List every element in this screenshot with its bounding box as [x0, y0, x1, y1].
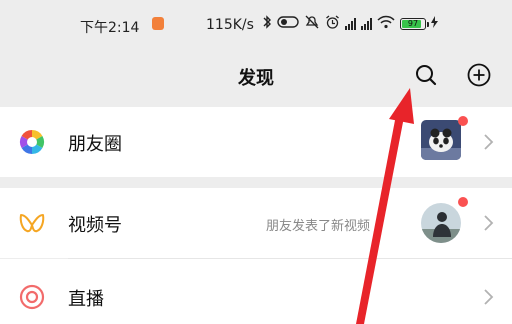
chevron-right-icon	[482, 214, 494, 232]
channels-label: 视频号	[68, 215, 122, 236]
status-bar: 下午2:14 115K/s 97	[0, 0, 512, 48]
moments-label: 朋友圈	[68, 134, 122, 155]
hd-icon	[277, 15, 299, 33]
live-row[interactable]: 直播	[0, 259, 512, 324]
chevron-right-icon	[482, 133, 494, 151]
alarm-icon	[325, 14, 340, 34]
search-button[interactable]	[413, 62, 439, 88]
moments-row[interactable]: 朋友圈	[0, 107, 512, 177]
mute-icon	[304, 15, 320, 33]
live-icon	[18, 283, 46, 311]
channels-avatar	[421, 203, 461, 243]
add-button[interactable]	[466, 62, 492, 88]
signal-icon	[345, 18, 356, 30]
moments-thumbnail	[421, 120, 461, 160]
chevron-right-icon	[482, 288, 494, 306]
channels-badge	[458, 197, 468, 207]
wifi-icon	[377, 15, 395, 33]
bluetooth-icon	[262, 15, 272, 33]
charging-icon	[431, 16, 438, 32]
live-label: 直播	[68, 289, 104, 310]
signal-icon	[361, 18, 372, 30]
search-icon	[416, 65, 437, 86]
network-speed: 115K/s	[206, 17, 254, 33]
battery-icon: 97	[400, 18, 429, 30]
status-time: 下午2:14	[80, 20, 140, 36]
channels-description: 朋友发表了新视频	[266, 219, 371, 234]
moments-badge	[458, 116, 468, 126]
status-icons: 97	[262, 14, 438, 34]
channels-row[interactable]: 视频号 朋友发表了新视频	[0, 188, 512, 258]
channels-icon	[18, 209, 46, 237]
app-notification-icon	[152, 17, 164, 30]
plus-circle-icon	[467, 63, 491, 87]
battery-level: 97	[407, 19, 419, 28]
header: 发现	[0, 48, 512, 102]
moments-icon	[18, 128, 46, 156]
